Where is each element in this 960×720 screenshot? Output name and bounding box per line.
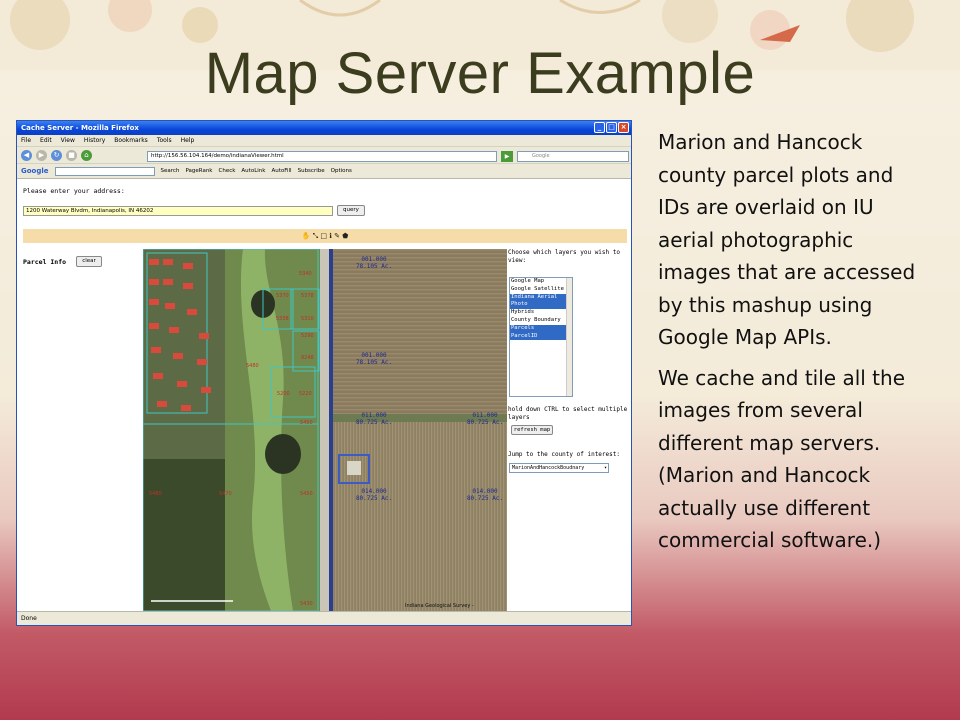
stop-icon[interactable]: ■ [66, 149, 77, 161]
layers-prompt: Choose which layers you wish to view: [508, 249, 620, 264]
chevron-down-icon: ▾ [603, 465, 607, 471]
status-bar: Done [17, 611, 631, 625]
slide-title: Map Server Example [204, 41, 756, 106]
lot-label: 5450 [300, 420, 313, 426]
body-paragraph: We cache and tile all the images from se… [658, 365, 906, 553]
county-prompt: Jump to the county of interest: [508, 451, 620, 458]
menu-view[interactable]: View [61, 137, 75, 144]
toolbar-options[interactable]: Options [331, 168, 352, 174]
layer-option[interactable]: Hybrids [510, 309, 572, 317]
page-content: Please enter your address: 1200 Waterway… [17, 179, 631, 611]
parcel-id: 001.000 [361, 352, 387, 359]
map-credit: Indiana Geological Survey - [405, 603, 474, 609]
go-button[interactable]: ▶ [501, 151, 513, 162]
google-toolbar-logo: Google [21, 167, 49, 175]
lot-label: 5370 [276, 293, 289, 299]
back-icon[interactable]: ◀ [21, 149, 32, 161]
lot-label: 5200 [277, 391, 290, 397]
clear-button[interactable]: clear [76, 256, 102, 267]
aerial-map-image: 001.000 78.105 Ac. 001.000 78.105 Ac. 01… [143, 249, 507, 611]
county-select[interactable]: MarionAndHancockBoudnary ▾ [509, 463, 609, 473]
slide-body: Marion and Hancock county parcel plots a… [658, 126, 928, 565]
layers-listbox[interactable]: Google Map Google Satellite Indiana Aeri… [509, 277, 573, 397]
select-box-icon[interactable]: □ [320, 232, 327, 240]
refresh-map-button[interactable]: refresh map [511, 425, 553, 435]
home-icon[interactable]: ⌂ [81, 149, 92, 161]
toolbar-autolink[interactable]: AutoLink [241, 168, 265, 174]
menu-tools[interactable]: Tools [157, 137, 172, 144]
lot-label: 9248 [301, 355, 314, 361]
parcel-acres: 80.725 Ac. [467, 419, 503, 426]
parcel-info-label: Parcel Info [23, 258, 67, 266]
address-input[interactable]: 1200 Waterway Blvdm, Indianapolis, IN 46… [23, 206, 333, 216]
lot-label: 5378 [301, 293, 314, 299]
toolbar-autofill[interactable]: AutoFill [271, 168, 291, 174]
identify-icon[interactable]: ℹ [329, 232, 332, 240]
google-toolbar-input[interactable] [54, 166, 155, 176]
menu-history[interactable]: History [84, 137, 105, 144]
forward-icon[interactable]: ▶ [36, 149, 47, 161]
lot-label: 5340 [299, 271, 312, 277]
measure-icon[interactable]: ⬟ [342, 232, 348, 240]
search-box[interactable]: Google [517, 151, 629, 162]
url-bar[interactable]: http://156.56.104.164/demo/indianaViewer… [147, 151, 497, 162]
parcel-id: 014.000 [472, 488, 498, 495]
parcel-acres: 80.725 Ac. [467, 495, 503, 502]
lot-label: 5450 [300, 491, 313, 497]
lot-label: 5480 [149, 491, 162, 497]
toolbar-subscribe[interactable]: Subscribe [298, 168, 325, 174]
lot-label: 5310 [301, 316, 314, 322]
parcel-acres: 78.105 Ac. [356, 263, 392, 270]
draw-icon[interactable]: ✎ [334, 232, 340, 240]
address-prompt: Please enter your address: [23, 187, 125, 195]
layer-option-selected[interactable]: Indiana Aerial Photo [510, 293, 572, 310]
layer-option[interactable]: County Boundary [510, 317, 572, 325]
parcel-id: 014.000 [361, 488, 387, 495]
ctrl-hint: hold down CTRL to select multiple layers [508, 406, 628, 421]
parcel-id: 011.000 [361, 412, 387, 419]
county-select-value: MarionAndHancockBoudnary [512, 465, 585, 471]
menu-file[interactable]: File [21, 137, 31, 144]
layer-option-selected[interactable]: ParcelID [510, 332, 572, 341]
reload-icon[interactable]: ↻ [51, 149, 62, 161]
toolbar-pagerank[interactable]: PageRank [185, 168, 212, 174]
toolbar-check[interactable]: Check [219, 168, 236, 174]
parcel-acres: 80.725 Ac. [356, 419, 392, 426]
layer-option[interactable]: Google Map [510, 278, 572, 286]
parcel-acres: 78.105 Ac. [356, 359, 392, 366]
window-title: Cache Server - Mozilla Firefox [21, 124, 139, 132]
menu-bookmarks[interactable]: Bookmarks [114, 137, 148, 144]
aerial-map[interactable]: 001.000 78.105 Ac. 001.000 78.105 Ac. 01… [143, 249, 507, 611]
lot-label: 5338 [276, 316, 289, 322]
close-button[interactable]: × [618, 122, 629, 133]
zoom-icon[interactable]: ⤡ [313, 232, 319, 240]
lot-label: 5430 [300, 601, 313, 607]
listbox-scrollbar[interactable] [566, 278, 572, 396]
maximize-button[interactable]: □ [606, 122, 617, 133]
menubar: File Edit View History Bookmarks Tools H… [17, 135, 631, 147]
lot-label: 5220 [299, 391, 312, 397]
browser-titlebar: Cache Server - Mozilla Firefox _ □ × [17, 121, 631, 135]
query-button[interactable]: query [337, 205, 365, 216]
lot-label: 5470 [219, 491, 232, 497]
lot-label: 5290 [301, 333, 314, 339]
pan-hand-icon[interactable]: ✋ [302, 232, 311, 240]
minimize-button[interactable]: _ [594, 122, 605, 133]
google-toolbar: Google Search PageRank Check AutoLink Au… [17, 164, 631, 179]
layer-option[interactable]: Google Satellite [510, 286, 572, 294]
lot-label: 5480 [246, 363, 259, 369]
layer-panel: Choose which layers you wish to view: Go… [508, 249, 630, 473]
toolbar-search[interactable]: Search [161, 168, 180, 174]
menu-edit[interactable]: Edit [40, 137, 52, 144]
body-paragraph: Marion and Hancock county parcel plots a… [658, 130, 916, 349]
parcel-id: 001.000 [361, 256, 387, 263]
parcel-id: 011.000 [472, 412, 498, 419]
menu-help[interactable]: Help [181, 137, 195, 144]
layer-option-selected[interactable]: Parcels [510, 324, 572, 333]
map-tools-strip: ✋ ⤡ □ ℹ ✎ ⬟ [23, 229, 627, 243]
parcel-acres: 80.725 Ac. [356, 495, 392, 502]
browser-window: Cache Server - Mozilla Firefox _ □ × Fil… [16, 120, 632, 626]
